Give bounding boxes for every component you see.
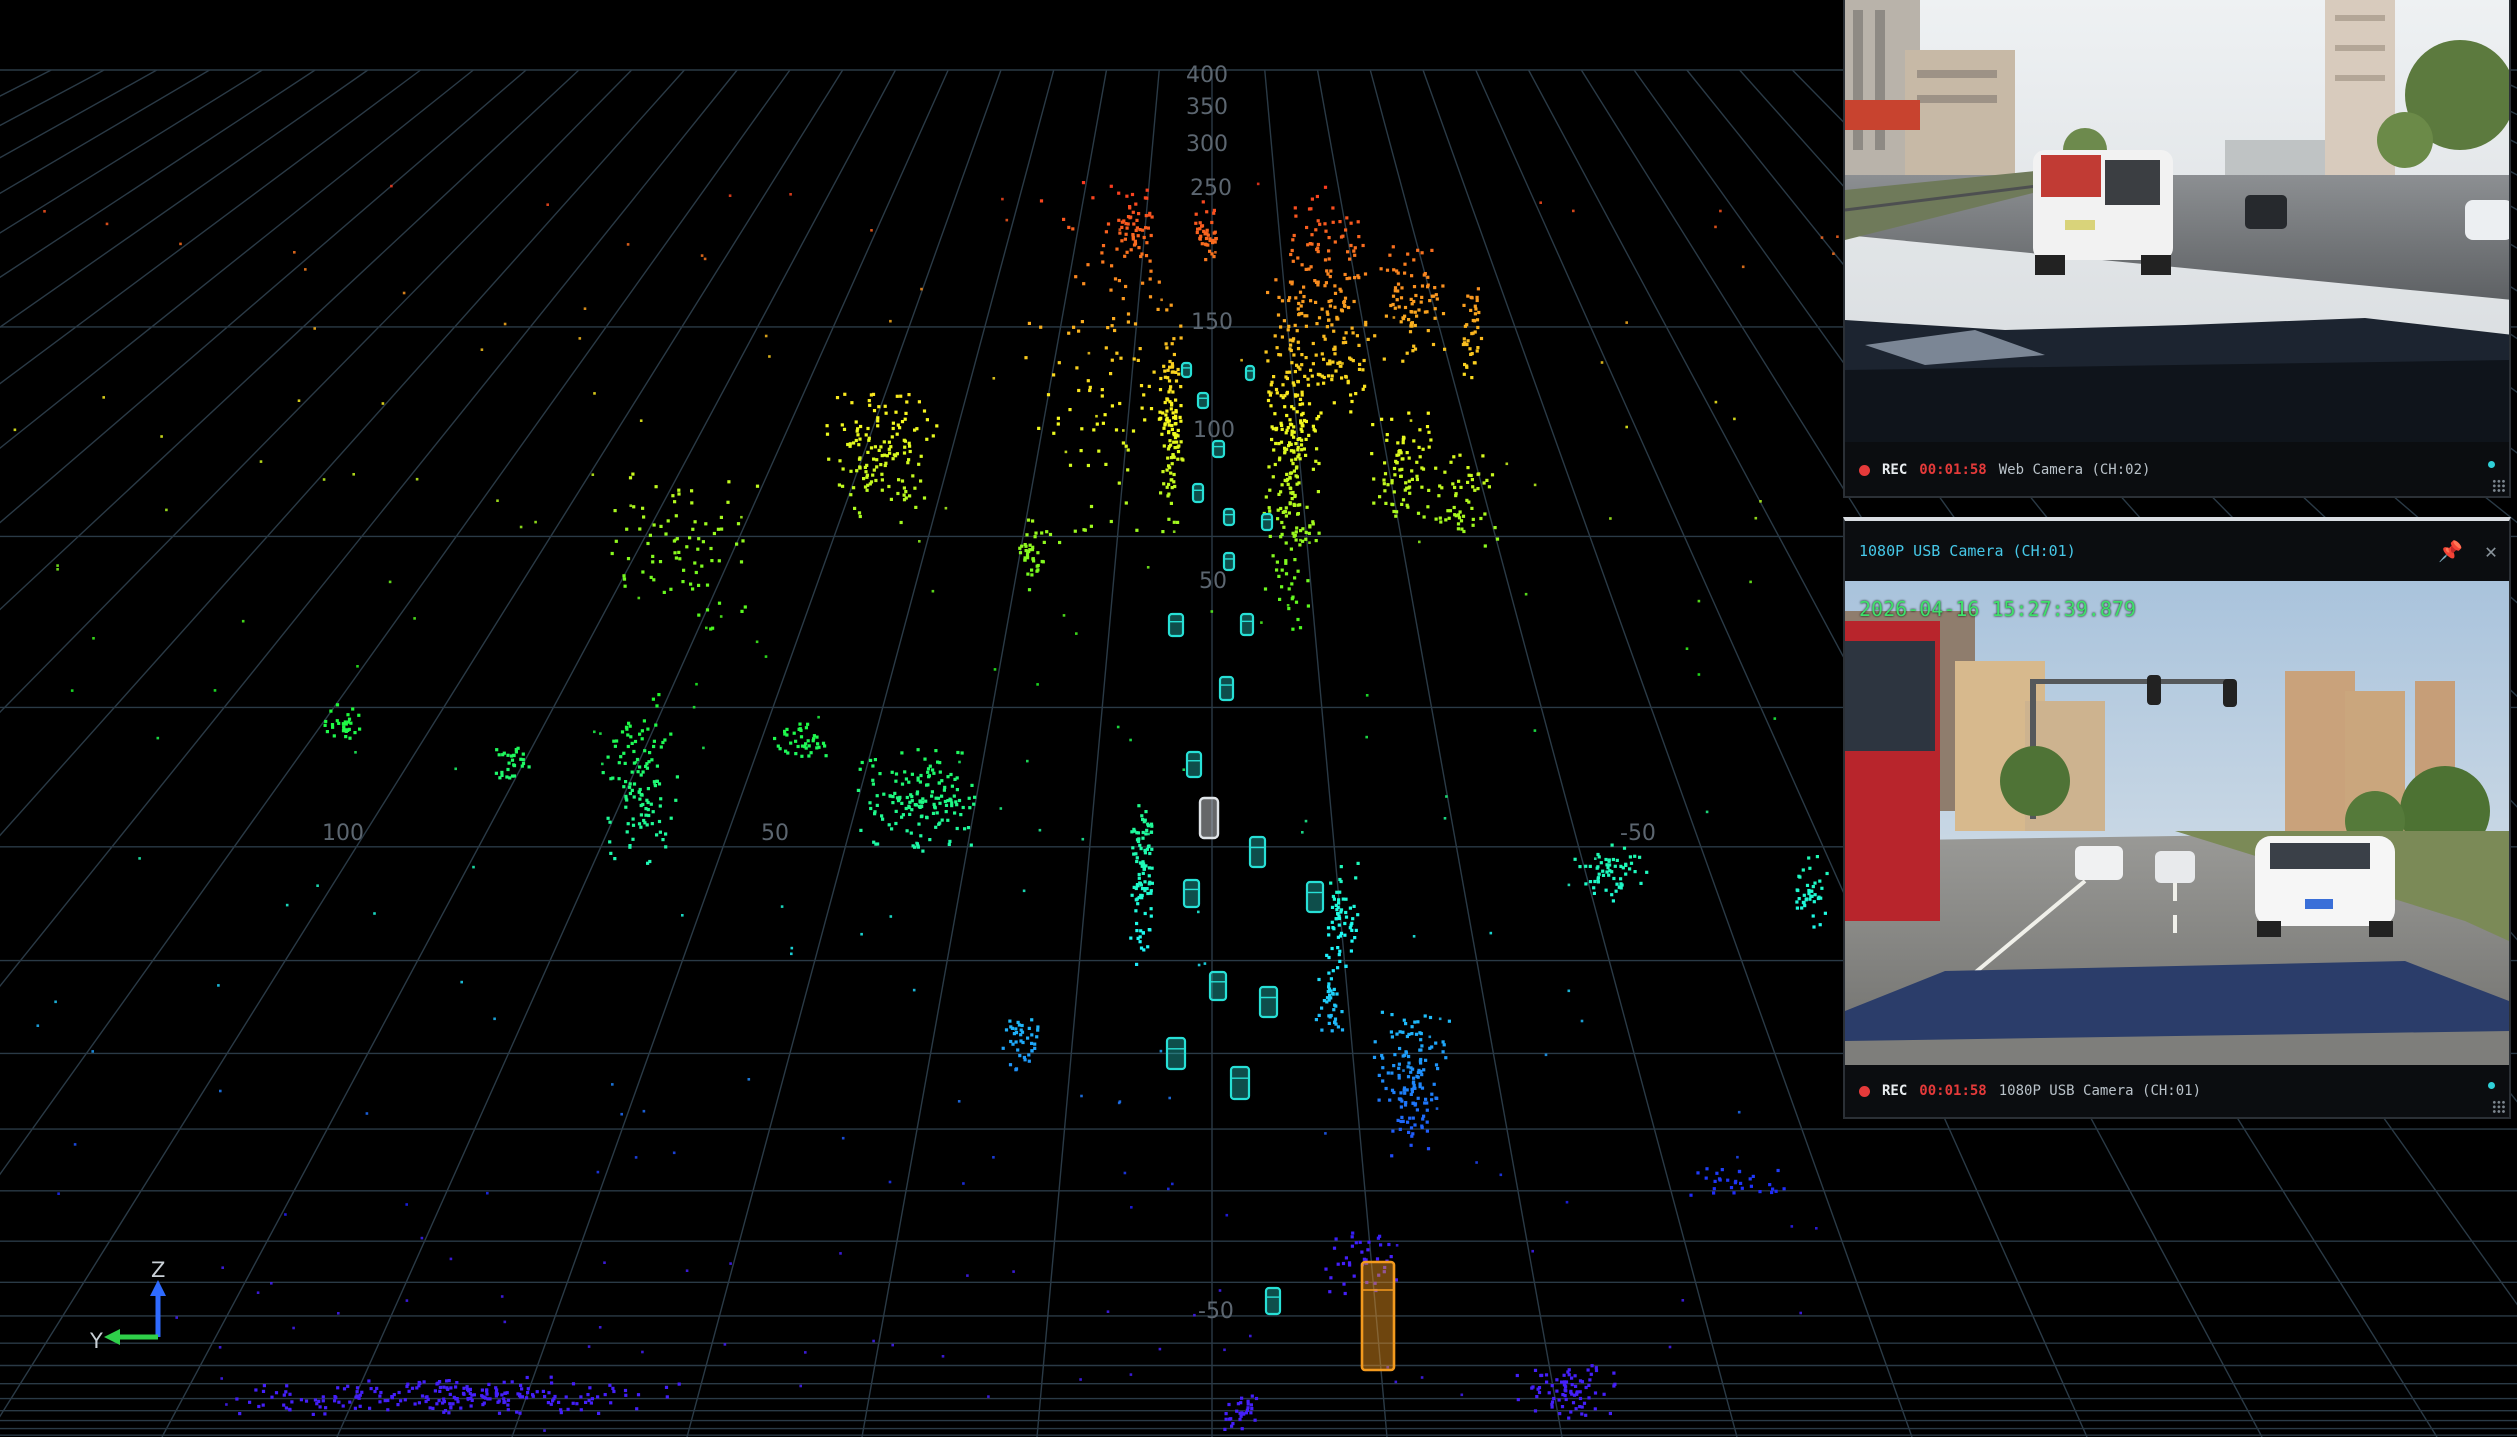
camera-feed-ch02 [1845, 0, 2509, 442]
white-van [2033, 150, 2173, 275]
grid-label-150: 150 [1191, 310, 1233, 335]
axis-z-label: Z [151, 1258, 165, 1282]
camera-feed-ch01: 2026-04-16 15:27:39.879 [1845, 581, 2509, 1073]
resize-grip-icon[interactable] [2492, 1100, 2506, 1114]
camera-title: 1080P USB Camera (CH:01) [1859, 542, 2076, 560]
camera-panel-ch02[interactable]: REC 00:01:58 Web Camera (CH:02) [1843, 0, 2511, 498]
status-dot-icon [2488, 461, 2495, 468]
grid-label-neg50: -50 [1198, 1299, 1234, 1324]
camera-footer-ch01: REC 00:01:58 1080P USB Camera (CH:01) [1845, 1065, 2509, 1117]
close-icon[interactable]: ✕ [2485, 539, 2497, 563]
grid-label-50: 50 [1199, 569, 1227, 594]
camera-name: Web Camera (CH:02) [1998, 462, 2151, 478]
grid-label-300: 300 [1186, 132, 1228, 157]
camera-footer-ch02: REC 00:01:58 Web Camera (CH:02) [1845, 444, 2509, 496]
camera-header-ch01[interactable]: 1080P USB Camera (CH:01) 📌 ✕ [1845, 521, 2509, 581]
rec-time: 00:01:58 [1919, 462, 1987, 478]
rec-label: REC [1882, 1083, 1908, 1099]
red-bus [1845, 621, 1940, 921]
rec-time: 00:01:58 [1919, 1083, 1987, 1099]
grid-label-xneg50: -50 [1620, 821, 1656, 846]
status-dot-icon [2488, 1082, 2495, 1089]
grid-label-x50: 50 [761, 821, 789, 846]
rec-dot-icon [1859, 464, 1870, 476]
camera-timestamp-overlay: 2026-04-16 15:27:39.879 [1859, 597, 2136, 621]
grid-label-350: 350 [1186, 95, 1228, 120]
camera-panel-ch01[interactable]: 1080P USB Camera (CH:01) 📌 ✕ 2026-04-16 … [1843, 517, 2511, 1119]
rec-dot-icon [1859, 1085, 1870, 1097]
camera-name: 1080P USB Camera (CH:01) [1998, 1083, 2202, 1099]
grid-label-400: 400 [1186, 63, 1228, 88]
grid-label-250: 250 [1190, 176, 1232, 201]
white-sedan [2255, 836, 2395, 937]
grid-label-100: 100 [1193, 418, 1235, 443]
grid-label-x100: 100 [322, 821, 364, 846]
pin-icon[interactable]: 📌 [2438, 539, 2463, 563]
axis-y-label: Y [89, 1329, 103, 1353]
rec-label: REC [1882, 462, 1908, 478]
resize-grip-icon[interactable] [2492, 479, 2506, 493]
